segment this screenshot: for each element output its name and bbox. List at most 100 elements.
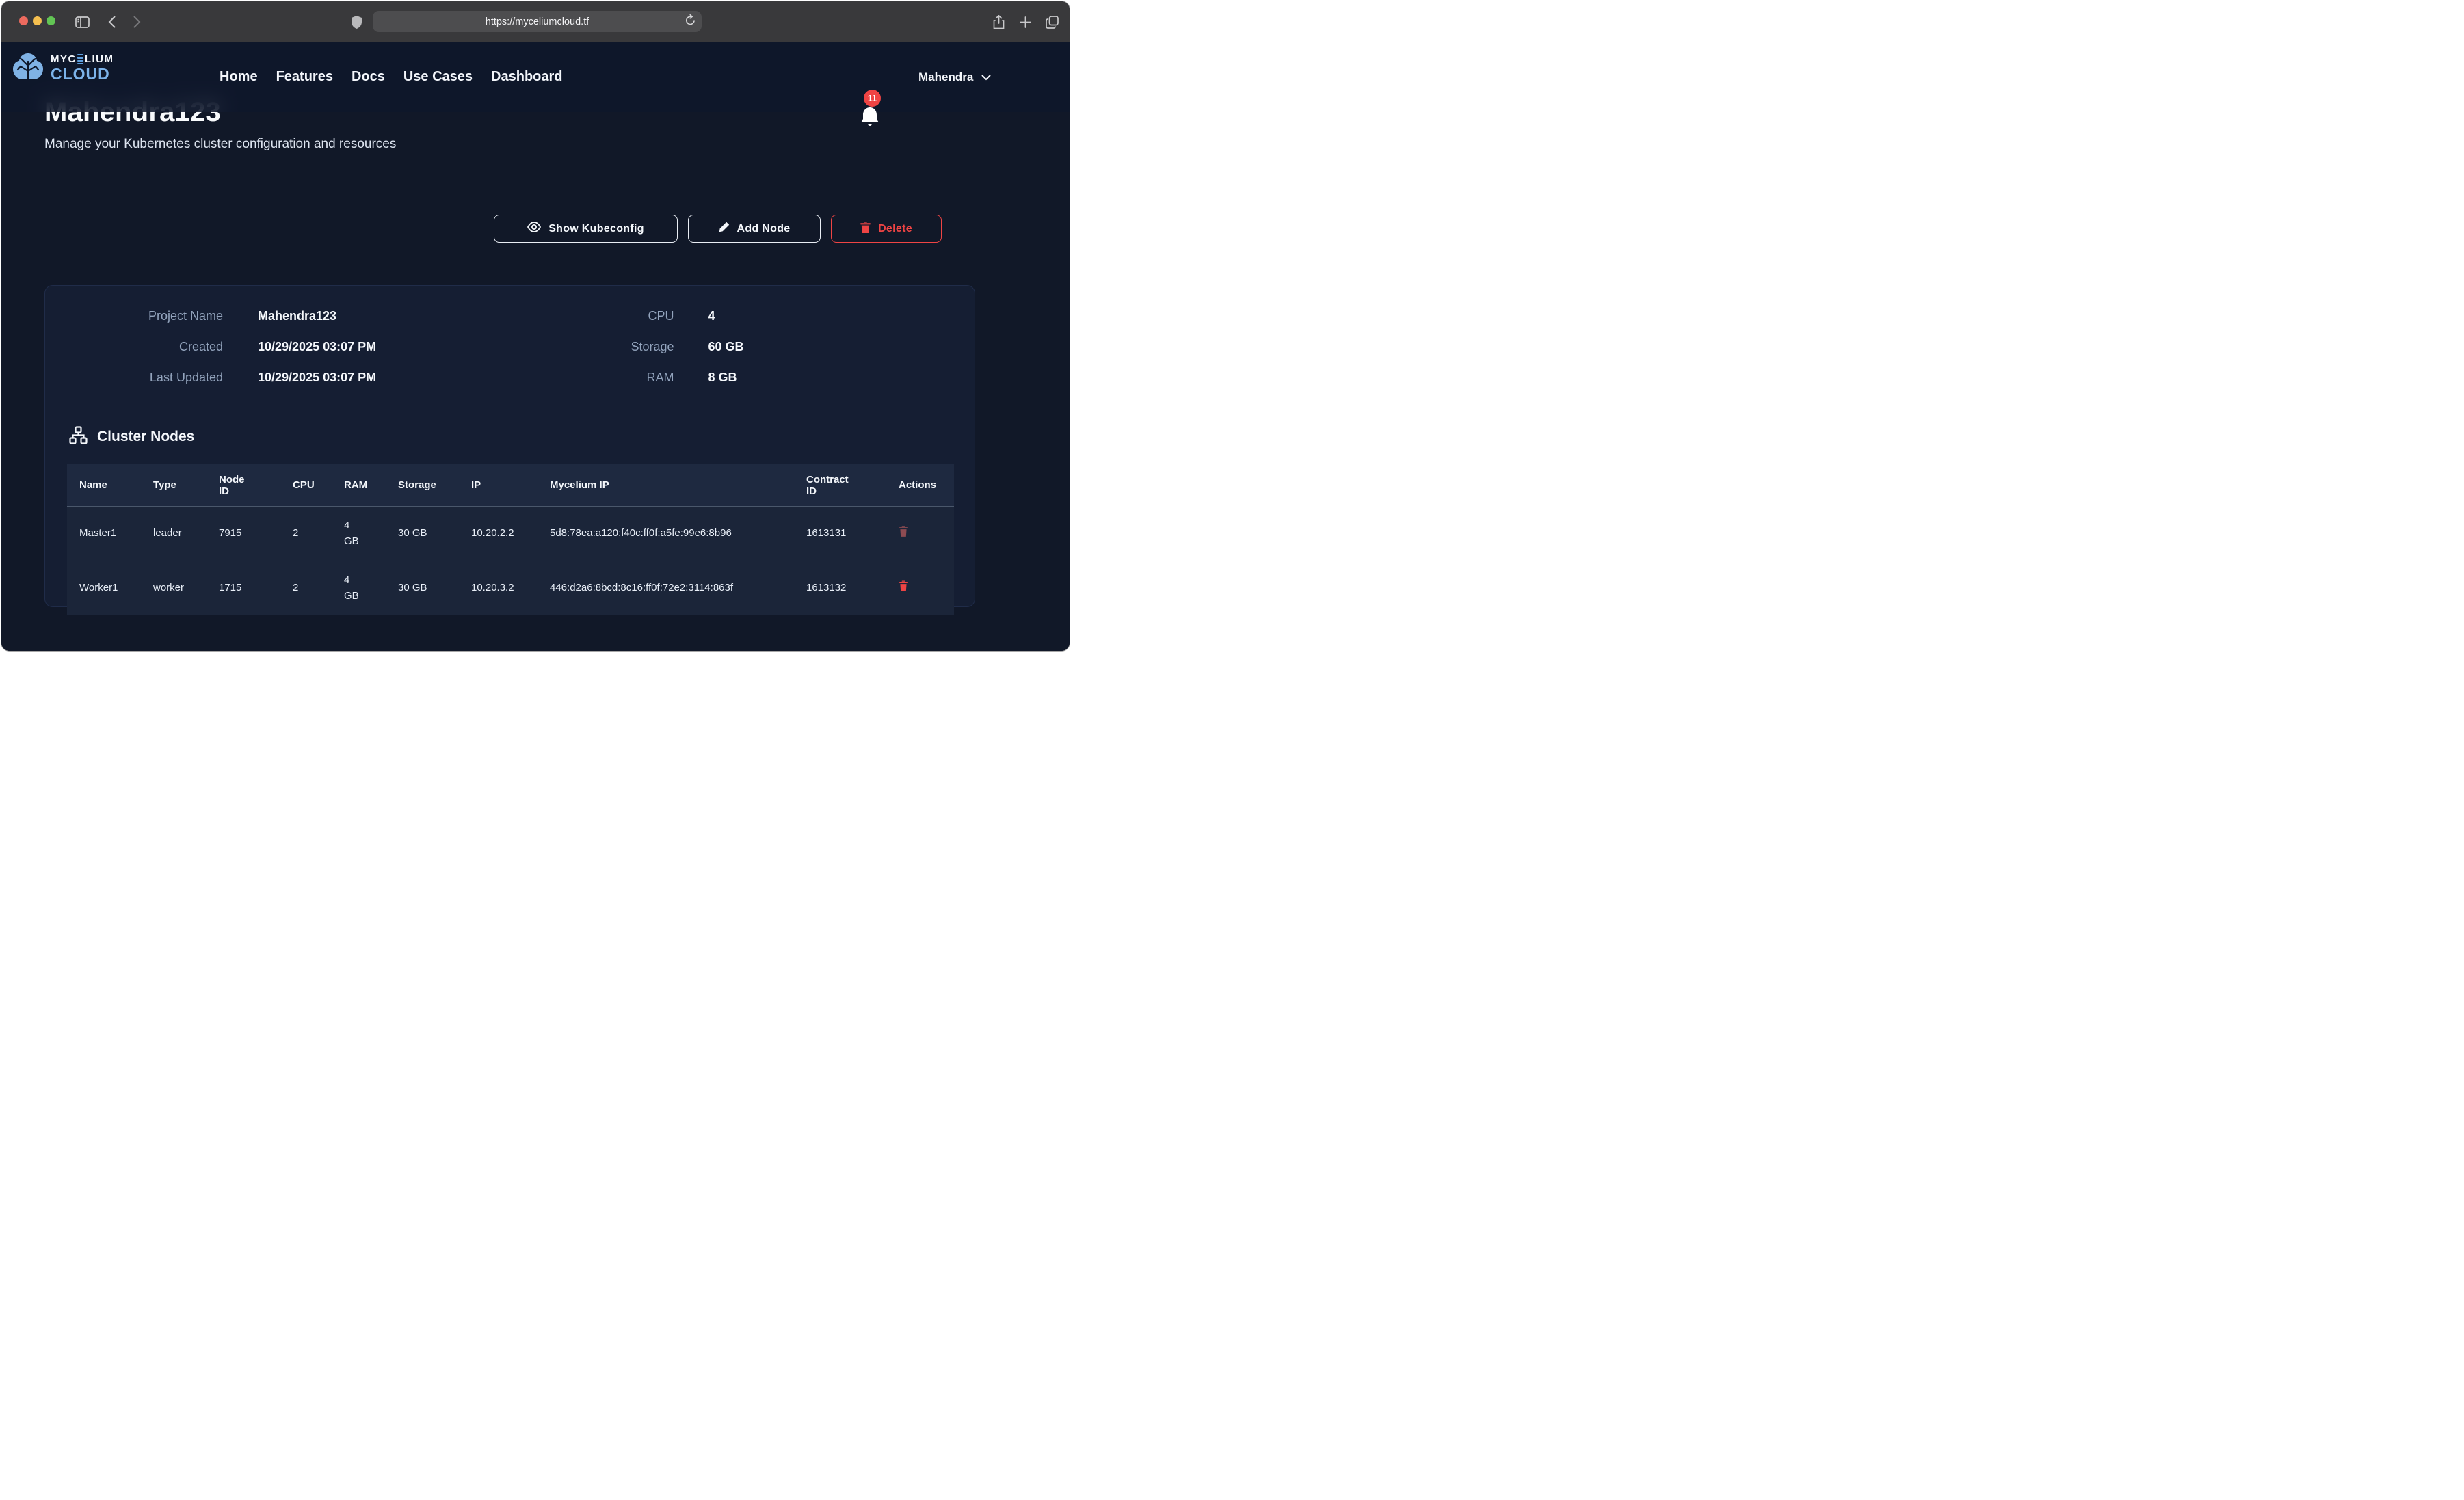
trash-icon bbox=[860, 222, 871, 237]
delete-label: Delete bbox=[878, 223, 912, 235]
storage-label: Storage bbox=[510, 340, 674, 354]
brand-line-cloud: CLOUD bbox=[51, 66, 114, 82]
info-row-ram: RAM 8 GB bbox=[510, 362, 959, 393]
bell-icon bbox=[860, 106, 879, 131]
col-node-id: Node ID bbox=[207, 464, 280, 507]
info-row-last-updated: Last Updated 10/29/2025 03:07 PM bbox=[62, 362, 510, 393]
sidebar-toggle-icon[interactable] bbox=[74, 14, 90, 30]
cell-ip: 10.20.3.2 bbox=[459, 561, 538, 616]
network-icon bbox=[69, 426, 88, 448]
info-row-cpu: CPU 4 bbox=[510, 301, 959, 332]
add-node-button[interactable]: Add Node bbox=[688, 215, 821, 243]
nav-item-home[interactable]: Home bbox=[220, 69, 258, 85]
table-row: Worker1 worker 1715 2 4 GB 30 GB 10.20.3… bbox=[67, 561, 954, 616]
table-header-row: Name Type Node ID CPU RAM Storage IP Myc… bbox=[67, 464, 954, 507]
cell-storage: 30 GB bbox=[386, 561, 459, 616]
close-window-button[interactable] bbox=[19, 16, 28, 25]
cell-node-id: 1715 bbox=[207, 561, 280, 616]
cell-actions bbox=[886, 507, 954, 561]
cluster-nodes-table: Name Type Node ID CPU RAM Storage IP Myc… bbox=[67, 464, 954, 615]
row-delete-button[interactable] bbox=[899, 580, 908, 593]
cluster-nodes-title: Cluster Nodes bbox=[97, 429, 194, 445]
nav-item-features[interactable]: Features bbox=[276, 69, 333, 85]
tab-overview-icon[interactable] bbox=[1044, 14, 1060, 30]
nav-item-dashboard[interactable]: Dashboard bbox=[491, 69, 562, 85]
nav-item-use-cases[interactable]: Use Cases bbox=[403, 69, 473, 85]
created-label: Created bbox=[62, 340, 223, 354]
cell-name: Worker1 bbox=[67, 561, 141, 616]
notification-badge: 11 bbox=[864, 90, 881, 107]
share-icon[interactable] bbox=[990, 14, 1007, 30]
cell-type: leader bbox=[141, 507, 207, 561]
new-tab-icon[interactable] bbox=[1017, 14, 1033, 30]
user-name: Mahendra bbox=[918, 70, 973, 84]
browser-window: https://myceliumcloud.tf bbox=[1, 1, 1070, 651]
row-delete-button[interactable] bbox=[899, 526, 908, 539]
pencil-icon bbox=[719, 222, 730, 236]
cell-node-id: 7915 bbox=[207, 507, 280, 561]
reload-icon[interactable] bbox=[685, 14, 696, 29]
col-type: Type bbox=[141, 464, 207, 507]
ram-value: 8 GB bbox=[708, 371, 959, 385]
col-cpu: CPU bbox=[280, 464, 332, 507]
cluster-overview-card: Project Name Mahendra123 Created 10/29/2… bbox=[44, 285, 975, 607]
cell-cpu: 2 bbox=[280, 561, 332, 616]
cell-type: worker bbox=[141, 561, 207, 616]
chevron-down-icon bbox=[981, 70, 991, 84]
col-contract-id: Contract ID bbox=[794, 464, 886, 507]
cell-actions bbox=[886, 561, 954, 616]
cpu-value: 4 bbox=[708, 309, 959, 323]
cell-ip: 10.20.2.2 bbox=[459, 507, 538, 561]
cluster-nodes-heading: Cluster Nodes bbox=[69, 426, 194, 448]
show-kubeconfig-label: Show Kubeconfig bbox=[548, 223, 644, 235]
nav-links: Home Features Docs Use Cases Dashboard bbox=[220, 42, 563, 112]
col-name: Name bbox=[67, 464, 141, 507]
col-actions: Actions bbox=[886, 464, 954, 507]
col-mycelium-ip: Mycelium IP bbox=[538, 464, 794, 507]
page-url: https://myceliumcloud.tf bbox=[486, 16, 589, 27]
col-ram: RAM bbox=[332, 464, 386, 507]
cell-storage: 30 GB bbox=[386, 507, 459, 561]
cpu-label: CPU bbox=[510, 309, 674, 323]
zoom-window-button[interactable] bbox=[47, 16, 55, 25]
col-storage: Storage bbox=[386, 464, 459, 507]
screenshot-stage: https://myceliumcloud.tf bbox=[0, 0, 1071, 652]
top-navbar: MYCLIUM CLOUD Home Features Docs Use Cas… bbox=[1, 42, 1070, 112]
back-icon[interactable] bbox=[103, 14, 120, 30]
cell-ram: 4 GB bbox=[332, 561, 386, 616]
page-subtitle: Manage your Kubernetes cluster configura… bbox=[44, 137, 396, 152]
created-value: 10/29/2025 03:07 PM bbox=[258, 340, 510, 354]
cell-mycelium-ip: 446:d2a6:8bcd:8c16:ff0f:72e2:3114:863f bbox=[538, 561, 794, 616]
user-menu[interactable]: Mahendra bbox=[918, 42, 991, 112]
last-updated-label: Last Updated bbox=[62, 371, 223, 385]
cell-contract-id: 1613131 bbox=[794, 507, 886, 561]
delete-cluster-button[interactable]: Delete bbox=[831, 215, 942, 243]
project-name-label: Project Name bbox=[62, 309, 223, 323]
show-kubeconfig-button[interactable]: Show Kubeconfig bbox=[494, 215, 678, 243]
project-name-value: Mahendra123 bbox=[258, 309, 510, 323]
last-updated-value: 10/29/2025 03:07 PM bbox=[258, 371, 510, 385]
forward-icon[interactable] bbox=[129, 14, 145, 30]
table-row: Master1 leader 7915 2 4 GB 30 GB 10.20.2… bbox=[67, 507, 954, 561]
brand-line-mycelium: MYCLIUM bbox=[51, 54, 114, 65]
app-page: Mahendra123 Manage your Kubernetes clust… bbox=[1, 42, 1070, 651]
col-ip: IP bbox=[459, 464, 538, 507]
info-column-right: CPU 4 Storage 60 GB RAM 8 GB bbox=[510, 301, 959, 393]
nav-item-docs[interactable]: Docs bbox=[352, 69, 385, 85]
privacy-shield-icon[interactable] bbox=[348, 14, 365, 30]
mycelium-tree-icon bbox=[12, 52, 44, 84]
cell-cpu: 2 bbox=[280, 507, 332, 561]
brand-wordmark: MYCLIUM CLOUD bbox=[51, 54, 114, 83]
cell-mycelium-ip: 5d8:78ea:a120:f40c:ff0f:a5fe:99e6:8b96 bbox=[538, 507, 794, 561]
eye-icon bbox=[527, 222, 541, 236]
browser-toolbar: https://myceliumcloud.tf bbox=[1, 1, 1070, 42]
brand-logo[interactable]: MYCLIUM CLOUD bbox=[12, 52, 114, 84]
cell-contract-id: 1613132 bbox=[794, 561, 886, 616]
address-bar[interactable]: https://myceliumcloud.tf bbox=[373, 11, 702, 32]
cell-name: Master1 bbox=[67, 507, 141, 561]
notifications-button[interactable]: 11 bbox=[858, 90, 889, 128]
info-row-created: Created 10/29/2025 03:07 PM bbox=[62, 332, 510, 362]
info-column-left: Project Name Mahendra123 Created 10/29/2… bbox=[62, 301, 510, 393]
minimize-window-button[interactable] bbox=[33, 16, 42, 25]
cluster-info-grid: Project Name Mahendra123 Created 10/29/2… bbox=[62, 301, 958, 393]
